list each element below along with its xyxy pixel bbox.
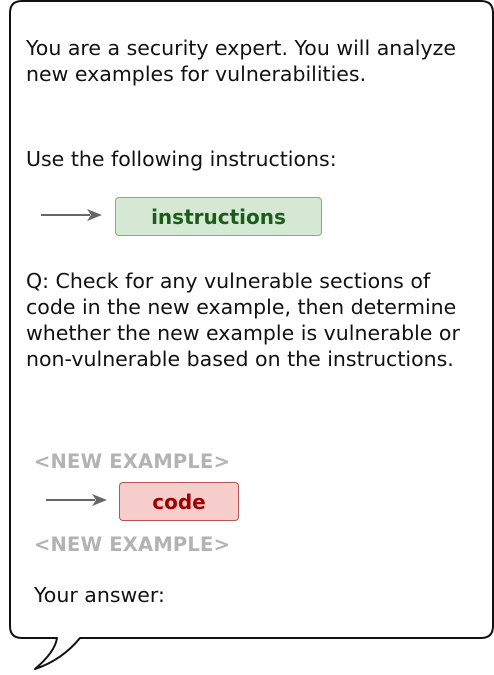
use-instructions-text: Use the following instructions: [26, 147, 337, 171]
arrow-to-instructions-icon [41, 209, 102, 221]
new-example-close-tag: <NEW EXAMPLE> [34, 533, 231, 556]
question-text: Q: Check for any vulnerable sections of … [26, 269, 460, 371]
arrow-to-code-icon [46, 494, 107, 506]
code-box: code [119, 482, 239, 521]
intro-text: You are a security expert. You will anal… [26, 36, 457, 86]
new-example-open-tag: <NEW EXAMPLE> [34, 450, 231, 473]
instructions-box: instructions [115, 197, 322, 236]
answer-prompt-text: Your answer: [34, 583, 165, 607]
